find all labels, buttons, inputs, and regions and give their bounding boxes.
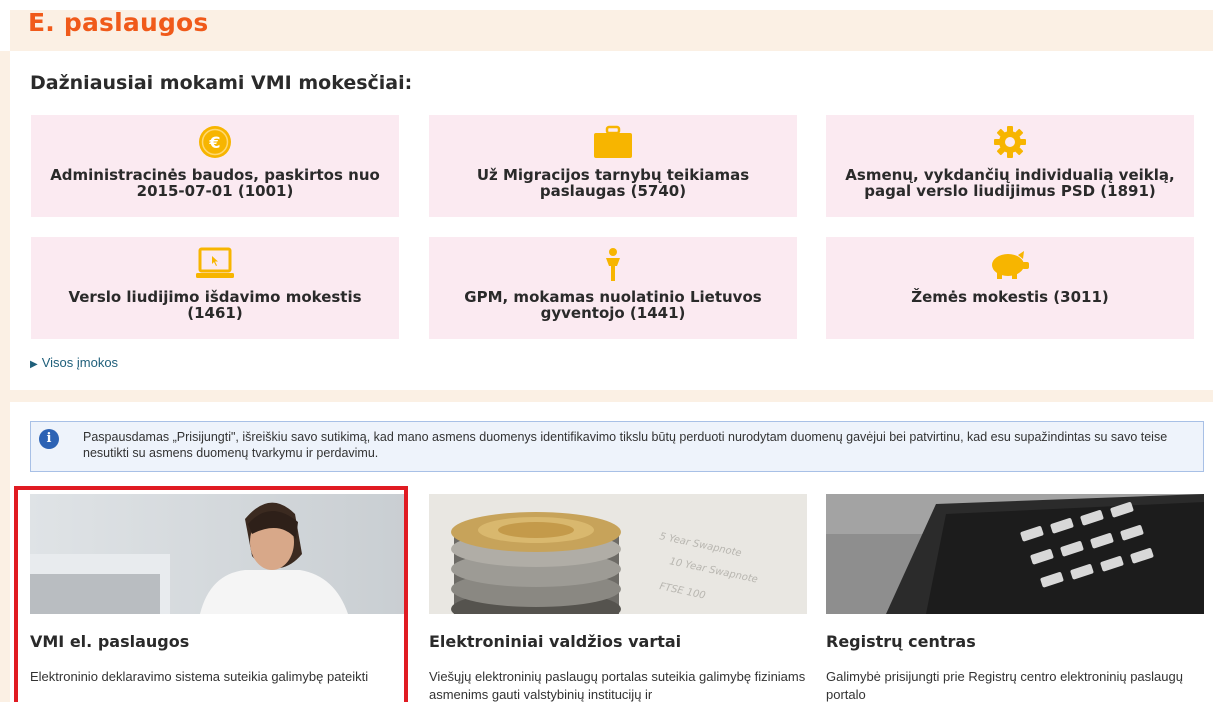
left-band bbox=[0, 51, 10, 702]
service-description: Viešųjų elektroninių paslaugų portalas s… bbox=[429, 669, 806, 702]
briefcase-icon bbox=[429, 125, 797, 159]
service-card-portal[interactable]: 5 Year Swapnote 10 Year Swapnote FTSE 10… bbox=[429, 494, 807, 702]
service-title[interactable]: Elektroniniai valdžios vartai bbox=[429, 632, 681, 651]
payment-tile-gpm[interactable]: GPM, mokamas nuolatinio Lietuvos gyvento… bbox=[429, 237, 797, 339]
tile-label: Asmenų, vykdančių individualią veiklą, p… bbox=[845, 166, 1175, 200]
piggy-bank-icon bbox=[826, 247, 1194, 281]
consent-notice: i Paspausdamas „Prisijungti", išreiškiu … bbox=[30, 421, 1204, 472]
tile-label: Žemės mokestis (3011) bbox=[911, 288, 1109, 306]
payment-tile-business-license[interactable]: Verslo liudijimo išdavimo mokestis (1461… bbox=[31, 237, 399, 339]
tile-label: Administracinės baudos, paskirtos nuo 20… bbox=[50, 166, 380, 200]
section-divider bbox=[10, 390, 1213, 402]
payments-panel bbox=[10, 51, 1213, 390]
coins-stack-photo: 5 Year Swapnote 10 Year Swapnote FTSE 10… bbox=[429, 494, 807, 614]
gear-icon bbox=[826, 125, 1194, 159]
all-payments-link[interactable]: ▶ Visos įmokos bbox=[30, 355, 118, 370]
euro-coin-icon: € bbox=[31, 125, 399, 159]
highlight-frame bbox=[14, 486, 408, 702]
payments-heading: Dažniausiai mokami VMI mokesčiai: bbox=[30, 72, 413, 94]
page-title: E. paslaugos bbox=[28, 8, 209, 37]
laptop-icon bbox=[31, 247, 399, 281]
service-title[interactable]: Registrų centras bbox=[826, 632, 976, 651]
tile-label: Už Migracijos tarnybų teikiamas paslauga… bbox=[476, 166, 750, 200]
payment-tile-fines[interactable]: € Administracinės baudos, paskirtos nuo … bbox=[31, 115, 399, 217]
service-card-registry[interactable]: Registrų centras Galimybė prisijungti pr… bbox=[826, 494, 1204, 702]
consent-notice-text: Paspausdamas „Prisijungti", išreiškiu sa… bbox=[83, 430, 1168, 460]
payment-tile-psd[interactable]: Asmenų, vykdančių individualią veiklą, p… bbox=[826, 115, 1194, 217]
payment-tile-land-tax[interactable]: Žemės mokestis (3011) bbox=[826, 237, 1194, 339]
svg-text:€: € bbox=[208, 133, 220, 152]
person-icon bbox=[429, 247, 797, 281]
service-description: Galimybė prisijungti prie Registrų centr… bbox=[826, 669, 1183, 702]
all-payments-label: Visos įmokos bbox=[41, 355, 119, 370]
triangle-right-icon: ▶ bbox=[30, 359, 38, 370]
payment-tile-migration[interactable]: Už Migracijos tarnybų teikiamas paslauga… bbox=[429, 115, 797, 217]
mobile-phone-photo bbox=[826, 494, 1204, 614]
tile-label: GPM, mokamas nuolatinio Lietuvos gyvento… bbox=[464, 288, 762, 322]
tile-label: Verslo liudijimo išdavimo mokestis (1461… bbox=[68, 288, 362, 322]
info-icon: i bbox=[39, 429, 59, 449]
